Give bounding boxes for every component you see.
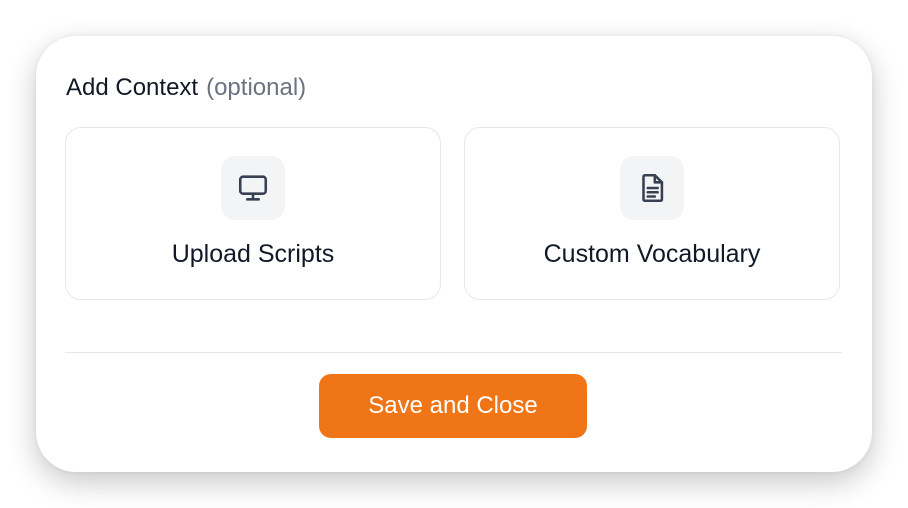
- divider: [65, 352, 842, 353]
- upload-scripts-card[interactable]: Upload Scripts: [65, 127, 441, 300]
- dialog-title-text: Add Context: [66, 74, 199, 101]
- optional-hint: (optional): [206, 74, 307, 101]
- save-and-close-button[interactable]: Save and Close: [319, 374, 587, 438]
- custom-vocabulary-label: Custom Vocabulary: [543, 240, 761, 268]
- document-icon: [620, 156, 684, 220]
- upload-scripts-label: Upload Scripts: [171, 240, 335, 268]
- custom-vocabulary-card[interactable]: Custom Vocabulary: [464, 127, 840, 300]
- context-options: Upload Scripts Custom Vocabulary: [65, 127, 841, 301]
- add-context-dialog: Add Context (optional) Upload Scripts Cu…: [36, 36, 872, 472]
- monitor-icon: [221, 156, 285, 220]
- dialog-title: Add Context (optional): [66, 73, 306, 103]
